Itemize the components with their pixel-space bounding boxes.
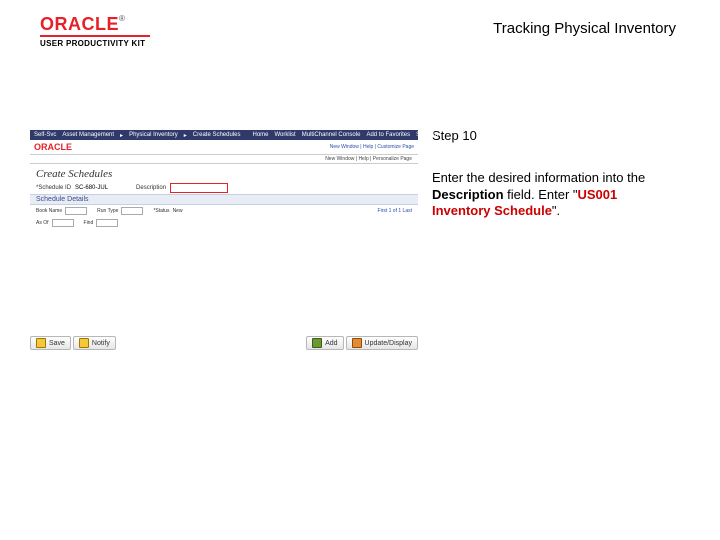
document-title: Tracking Physical Inventory xyxy=(493,20,676,37)
grid-label: Find xyxy=(84,220,94,226)
grid-label: *Status xyxy=(153,208,169,214)
update-label: Update/Display xyxy=(365,340,412,347)
app-screenshot: Self-Svc Asset Management ▸ Physical Inv… xyxy=(30,130,418,330)
nav-link[interactable]: Add to Favorites xyxy=(366,132,410,138)
details-grid: Book Name Run Type *Status New First 1 of… xyxy=(30,205,418,217)
app-brand-name: ORACLE xyxy=(34,142,72,152)
app-page-title: Create Schedules xyxy=(30,164,418,182)
update-button[interactable]: Update/Display xyxy=(346,336,418,350)
nav-link[interactable]: Worklist xyxy=(275,132,296,138)
left-button-group: Save Notify xyxy=(30,336,116,350)
description-label: Description xyxy=(136,185,166,191)
nav-link[interactable]: MultiChannel Console xyxy=(302,132,361,138)
add-button[interactable]: Add xyxy=(306,336,343,350)
instruction-fieldname: Description xyxy=(432,187,504,202)
nav-crumb[interactable]: Self-Svc xyxy=(34,132,56,138)
status-value: New xyxy=(173,208,183,214)
book-name-field[interactable] xyxy=(65,207,87,215)
nav-sep: ▸ xyxy=(184,132,187,139)
instruction-panel: Step 10 Enter the desired information in… xyxy=(432,128,672,219)
instruction-pre: Enter the desired information into the xyxy=(432,170,645,185)
nav-sep: ▸ xyxy=(120,132,123,139)
grid-nav[interactable]: First 1 of 1 Last xyxy=(378,208,412,214)
section-header: Schedule Details xyxy=(30,194,418,205)
brand-subtitle: USER PRODUCTIVITY KIT xyxy=(40,39,150,48)
save-button[interactable]: Save xyxy=(30,336,71,350)
schedule-id-label: *Schedule ID xyxy=(36,185,71,191)
add-icon xyxy=(312,338,322,348)
find-field[interactable] xyxy=(96,219,118,227)
app-nav-bar: Self-Svc Asset Management ▸ Physical Inv… xyxy=(30,130,418,140)
save-label: Save xyxy=(49,340,65,347)
brand-block: ORACLE® USER PRODUCTIVITY KIT xyxy=(40,14,150,48)
grid-label: Run Type xyxy=(97,208,118,214)
app-footer-buttons: Save Notify Add Update/Display xyxy=(30,336,418,350)
brand-tm: ® xyxy=(119,14,125,23)
grid-label: Book Name xyxy=(36,208,62,214)
step-label: Step 10 xyxy=(432,128,672,144)
brand-underline xyxy=(40,35,150,37)
notify-button[interactable]: Notify xyxy=(73,336,116,350)
instruction-post: ". xyxy=(552,203,560,218)
nav-crumb[interactable]: Create Schedules xyxy=(193,132,241,138)
page-header: ORACLE® USER PRODUCTIVITY KIT Tracking P… xyxy=(40,14,680,54)
nav-link[interactable]: Sign out xyxy=(416,132,438,138)
nav-crumb[interactable]: Physical Inventory xyxy=(129,132,178,138)
app-field-row: *Schedule ID SC-680-JUL Description xyxy=(30,182,418,194)
instruction-text: Enter the desired information into the D… xyxy=(432,170,672,219)
grid-label: As Of xyxy=(36,220,49,226)
description-field[interactable] xyxy=(170,183,228,193)
nav-crumb[interactable]: Asset Management xyxy=(62,132,114,138)
schedule-id-value: SC-680-JUL xyxy=(75,185,108,191)
notify-icon xyxy=(79,338,89,348)
details-grid-2: As Of Find xyxy=(30,217,418,229)
save-icon xyxy=(36,338,46,348)
update-icon xyxy=(352,338,362,348)
notify-label: Notify xyxy=(92,340,110,347)
app-user-row[interactable]: New Window | Help | Personalize Page xyxy=(30,154,418,164)
app-brand-links[interactable]: New Window | Help | Customize Page xyxy=(330,144,414,150)
nav-link[interactable]: Home xyxy=(252,132,268,138)
app-brand-row: ORACLE New Window | Help | Customize Pag… xyxy=(30,140,418,154)
run-type-field[interactable] xyxy=(121,207,143,215)
right-button-group: Add Update/Display xyxy=(306,336,418,350)
brand-name: ORACLE xyxy=(40,14,119,35)
instruction-mid: field. Enter " xyxy=(504,187,578,202)
add-label: Add xyxy=(325,340,337,347)
asof-field[interactable] xyxy=(52,219,74,227)
